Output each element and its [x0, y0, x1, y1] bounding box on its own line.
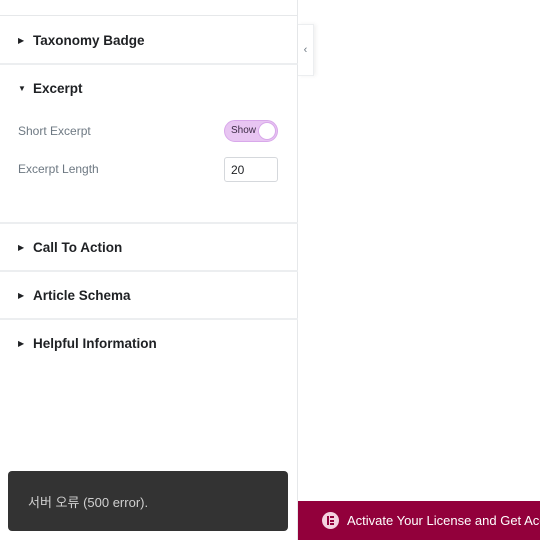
collapse-panel-button[interactable]: ‹ [298, 24, 314, 76]
short-excerpt-toggle[interactable]: Show [224, 120, 278, 142]
error-toast: 서버 오류 (500 error). [8, 471, 288, 531]
license-text: Activate Your License and Get Access [347, 513, 540, 528]
section-helpful-information[interactable]: ▶ Helpful Information [0, 319, 298, 367]
section-label: Call To Action [33, 239, 123, 255]
toggle-knob [258, 122, 276, 140]
settings-panel: ▶ Taxonomy Badge ▼ Excerpt Short Excerpt… [0, 0, 298, 540]
caret-right-icon: ▶ [18, 242, 25, 252]
excerpt-length-input[interactable] [224, 157, 278, 182]
section-call-to-action[interactable]: ▶ Call To Action [0, 223, 298, 271]
elementor-icon [322, 512, 339, 529]
activate-license-bar[interactable]: Activate Your License and Get Access [298, 501, 540, 540]
section-label: Excerpt [33, 80, 83, 96]
section-article-schema[interactable]: ▶ Article Schema [0, 271, 298, 319]
section-excerpt[interactable]: ▼ Excerpt [0, 64, 298, 112]
toast-message: 서버 오류 (500 error). [28, 494, 149, 510]
section-label: Article Schema [33, 287, 131, 303]
caret-right-icon: ▶ [18, 35, 25, 45]
panel-top-edge [0, 0, 298, 16]
section-taxonomy-badge[interactable]: ▶ Taxonomy Badge [0, 16, 298, 64]
caret-down-icon: ▼ [18, 83, 26, 93]
section-label: Helpful Information [33, 335, 157, 351]
excerpt-length-label: Excerpt Length [18, 162, 99, 176]
chevron-left-icon: ‹ [303, 44, 308, 56]
caret-right-icon: ▶ [18, 290, 25, 300]
short-excerpt-label: Short Excerpt [18, 124, 91, 138]
section-label: Taxonomy Badge [33, 32, 145, 48]
toggle-state-label: Show [231, 125, 257, 136]
caret-right-icon: ▶ [18, 338, 25, 348]
